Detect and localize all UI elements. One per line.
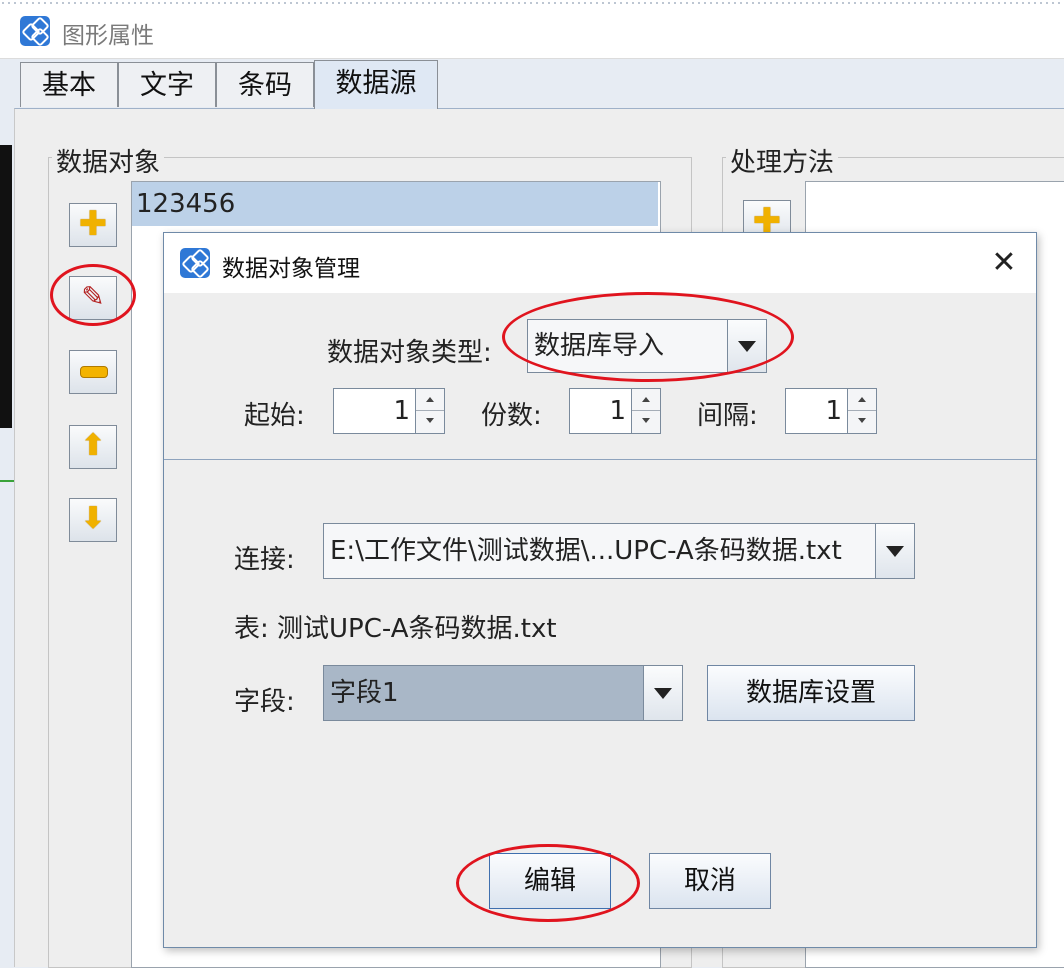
interval-label: 间隔: [697, 401, 758, 431]
start-value: 1 [393, 396, 410, 426]
tab-barcode[interactable]: 条码 [216, 62, 314, 107]
data-object-type-select[interactable]: 数据库导入 [527, 319, 767, 373]
data-object-manager-dialog: 数据对象管理 ✕ 数据对象类型: 数据库导入 起始: 1 份数: 1 间隔: 1… [163, 232, 1037, 948]
tab-basic[interactable]: 基本 [20, 62, 118, 107]
edit-button[interactable]: 编辑 [489, 853, 611, 909]
interval-value: 1 [825, 396, 842, 426]
move-up-button[interactable]: ⬆ [69, 425, 117, 469]
tab-text[interactable]: 文字 [118, 62, 216, 107]
spinner-up-icon[interactable] [632, 389, 660, 411]
connection-value: E:\工作文件\测试数据\...UPC-A条码数据.txt [330, 536, 842, 566]
process-methods-title: 处理方法 [726, 142, 839, 179]
background-guide-line [0, 480, 14, 482]
dialog-app-icon [180, 248, 210, 279]
data-object-type-label: 数据对象类型: [327, 338, 492, 368]
dialog-title: 数据对象管理 [222, 256, 360, 282]
add-data-object-button[interactable]: ✚ [69, 203, 117, 247]
start-label: 起始: [244, 401, 305, 431]
interval-spinner[interactable]: 1 [785, 388, 877, 434]
start-spinner[interactable]: 1 [333, 388, 445, 434]
data-objects-title: 数据对象 [52, 142, 165, 179]
spinner-up-icon[interactable] [848, 389, 876, 411]
spinner-down-icon[interactable] [632, 411, 660, 432]
move-down-icon: ⬇ [80, 501, 106, 536]
outer-window-titlebar [0, 0, 1064, 59]
remove-data-object-button[interactable] [69, 350, 117, 394]
move-down-button[interactable]: ⬇ [69, 498, 117, 542]
cancel-button[interactable]: 取消 [649, 853, 771, 909]
list-item[interactable]: 123456 [132, 182, 658, 226]
outer-window-title: 图形属性 [62, 23, 154, 49]
field-value: 字段1 [330, 678, 399, 708]
outer-window-top-edge [0, 0, 1064, 6]
field-label: 字段: [234, 687, 295, 717]
move-up-icon: ⬆ [80, 428, 106, 463]
copies-label: 份数: [481, 401, 542, 431]
database-settings-button[interactable]: 数据库设置 [707, 665, 915, 721]
chevron-down-icon[interactable] [643, 666, 682, 720]
app-icon [20, 16, 50, 47]
add-icon: ✚ [78, 204, 108, 244]
background-canvas-edge [0, 145, 12, 428]
chevron-down-icon[interactable] [875, 524, 914, 578]
copies-value: 1 [609, 396, 626, 426]
field-select[interactable]: 字段1 [323, 665, 683, 721]
spinner-down-icon[interactable] [848, 411, 876, 432]
tab-data-source[interactable]: 数据源 [314, 60, 438, 109]
chevron-down-icon[interactable] [727, 320, 766, 372]
dialog-separator [164, 459, 1036, 460]
copies-spinner[interactable]: 1 [569, 388, 661, 434]
connection-label: 连接: [234, 545, 295, 575]
close-icon[interactable]: ✕ [984, 243, 1024, 283]
edit-icon: ✎ [81, 280, 105, 313]
spinner-down-icon[interactable] [416, 411, 444, 432]
remove-icon [80, 366, 108, 378]
table-name-text: 表: 测试UPC-A条码数据.txt [234, 614, 557, 644]
spinner-up-icon[interactable] [416, 389, 444, 411]
connection-select[interactable]: E:\工作文件\测试数据\...UPC-A条码数据.txt [323, 523, 915, 579]
edit-data-object-button[interactable]: ✎ [69, 276, 117, 320]
data-object-type-value: 数据库导入 [534, 331, 665, 361]
